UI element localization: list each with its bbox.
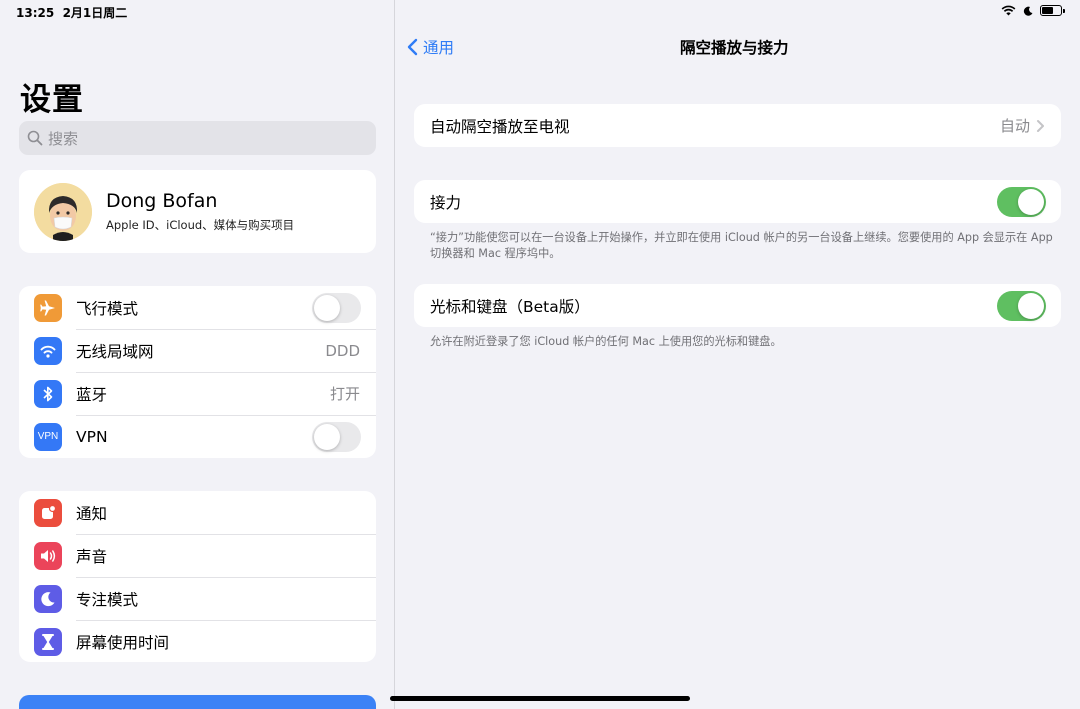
handoff-row: 接力 <box>414 180 1061 223</box>
bluetooth-value: 打开 <box>329 385 360 403</box>
sound-icon <box>34 541 62 570</box>
sidebar-item-sounds[interactable]: 声音 <box>19 534 376 577</box>
search-icon <box>27 130 43 146</box>
sidebar-item-label: 无线局域网 <box>76 342 154 361</box>
settings-sidebar: 设置 搜索 Dong Bofan Apple ID、iCloud、媒体与购买项目 <box>0 0 395 709</box>
sidebar-item-airplane[interactable]: 飞行模式 <box>19 286 376 329</box>
sidebar-item-label: VPN <box>76 427 108 446</box>
hourglass-icon <box>34 627 62 656</box>
sidebar-item-bluetooth[interactable]: 蓝牙 打开 <box>19 372 376 415</box>
focus-moon-status-icon <box>1023 6 1033 16</box>
wifi-icon <box>34 336 62 365</box>
back-button[interactable]: 通用 <box>407 36 454 58</box>
chevron-left-icon <box>407 38 418 56</box>
sidebar-item-vpn[interactable]: VPN VPN <box>19 415 376 458</box>
bluetooth-icon <box>34 379 62 408</box>
handoff-toggle[interactable] <box>997 186 1046 217</box>
airplane-icon <box>34 293 62 322</box>
airplane-mode-toggle[interactable] <box>312 292 361 323</box>
vpn-badge: VPN <box>37 431 59 442</box>
apple-id-card[interactable]: Dong Bofan Apple ID、iCloud、媒体与购买项目 <box>19 170 376 253</box>
handoff-footnote: “接力”功能使您可以在一台设备上开始操作，并立即在使用 iCloud 帐户的另一… <box>430 231 1053 260</box>
back-button-label: 通用 <box>423 39 455 57</box>
cursor-keyboard-toggle[interactable] <box>997 290 1046 321</box>
airplay-tv-row[interactable]: 自动隔空播放至电视 自动 <box>414 104 1061 147</box>
moon-icon <box>34 584 62 613</box>
battery-icon <box>1040 5 1065 16</box>
avatar <box>34 182 92 241</box>
system-group: 通知 声音 专注模式 屏幕使用时间 <box>19 491 376 662</box>
sidebar-item-focus[interactable]: 专注模式 <box>19 577 376 620</box>
home-indicator[interactable] <box>390 696 690 701</box>
status-icons <box>1001 5 1065 16</box>
vpn-icon: VPN <box>34 422 62 451</box>
chevron-right-icon <box>1037 119 1044 132</box>
sidebar-item-label: 专注模式 <box>76 590 139 609</box>
profile-name: Dong Bofan <box>106 190 218 212</box>
cursor-keyboard-label: 光标和键盘（Beta版） <box>430 297 590 316</box>
sidebar-item-label: 通知 <box>76 504 108 523</box>
airplay-tv-value: 自动 <box>999 117 1030 135</box>
profile-subtitle: Apple ID、iCloud、媒体与购买项目 <box>106 218 295 232</box>
sidebar-item-label: 声音 <box>76 547 108 566</box>
search-placeholder: 搜索 <box>48 129 79 148</box>
sidebar-item-label: 屏幕使用时间 <box>76 633 170 652</box>
cursor-keyboard-row: 光标和键盘（Beta版） <box>414 284 1061 327</box>
sidebar-item-label: 蓝牙 <box>76 385 108 404</box>
sidebar-title: 设置 <box>20 82 84 118</box>
sidebar-item-label: 飞行模式 <box>76 299 139 318</box>
wifi-status-icon <box>1001 5 1016 16</box>
vpn-toggle[interactable] <box>312 421 361 452</box>
notification-icon <box>34 498 62 527</box>
sidebar-item-notifications[interactable]: 通知 <box>19 491 376 534</box>
sidebar-item-wifi[interactable]: 无线局域网 DDD <box>19 329 376 372</box>
page-title: 隔空播放与接力 <box>680 39 789 57</box>
handoff-label: 接力 <box>430 193 462 212</box>
connectivity-group: 飞行模式 无线局域网 DDD 蓝牙 打开 VPN VPN <box>19 286 376 458</box>
airplay-tv-label: 自动隔空播放至电视 <box>430 117 570 136</box>
selected-sidebar-item-general[interactable] <box>19 695 376 709</box>
wifi-network-value: DDD <box>325 341 360 360</box>
search-field[interactable]: 搜索 <box>19 121 376 155</box>
cursor-keyboard-footnote: 允许在附近登录了您 iCloud 帐户的任何 Mac 上使用您的光标和键盘。 <box>430 335 782 348</box>
sidebar-item-screen-time[interactable]: 屏幕使用时间 <box>19 620 376 662</box>
